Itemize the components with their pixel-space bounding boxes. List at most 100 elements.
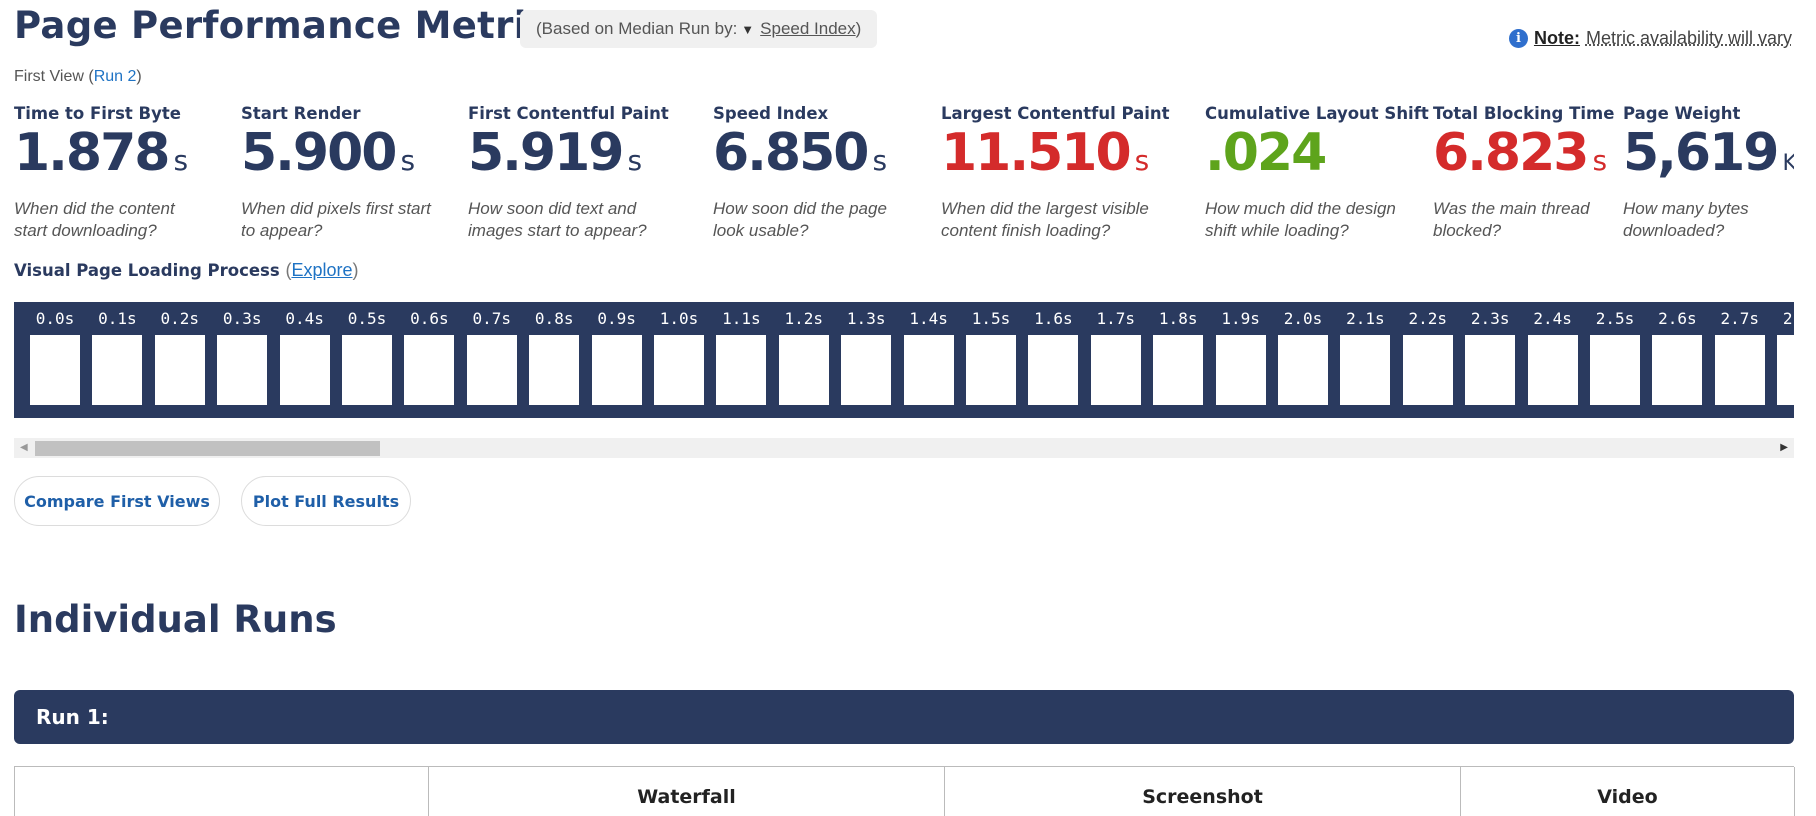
frame-thumbnail[interactable] — [1777, 335, 1794, 405]
frame-thumbnail[interactable] — [92, 335, 143, 405]
metric-value-wrap: 11.510 s — [941, 125, 1170, 194]
filmstrip-frame[interactable]: 2.6s — [1646, 302, 1708, 405]
filmstrip-frame[interactable]: 0.7s — [461, 302, 523, 405]
frame-time: 2.2s — [1408, 309, 1448, 328]
triangle-down-icon[interactable]: ▼ — [741, 22, 754, 37]
metric-block: First Contentful Paint 5.919 s How soon did… — [468, 104, 669, 242]
explore-link[interactable]: Explore — [291, 260, 352, 280]
filmstrip[interactable]: 0.0s 0.1s 0.2s 0.3s 0.4s 0.5s 0.6s 0.7s 0.8s 0.9s… — [14, 302, 1794, 418]
filmstrip-frame[interactable]: 1.8s — [1147, 302, 1209, 405]
scroll-right-icon[interactable]: ▶ — [1780, 442, 1788, 453]
page-title: Page Performance Metrics — [14, 4, 572, 47]
frame-time: 1.2s — [784, 309, 824, 328]
frame-thumbnail[interactable] — [1028, 335, 1079, 405]
filmstrip-frame[interactable]: 2.2s — [1397, 302, 1459, 405]
filmstrip-frame[interactable]: 0.1s — [86, 302, 148, 405]
frame-thumbnail[interactable] — [342, 335, 392, 405]
frame-thumbnail[interactable] — [1215, 335, 1266, 405]
frame-thumbnail[interactable] — [404, 335, 455, 405]
metric-unit: s — [1134, 144, 1150, 177]
filmstrip-frame[interactable]: 1.7s — [1085, 302, 1147, 405]
filmstrip-frame[interactable]: 1.0s — [648, 302, 710, 405]
metric-description-line: images start to appear? — [468, 221, 647, 240]
frame-thumbnail[interactable] — [279, 335, 330, 405]
filmstrip-frame[interactable]: 2.7s — [1709, 302, 1771, 405]
filmstrip-frame[interactable]: 2.1s — [1334, 302, 1396, 405]
filmstrip-frame[interactable]: 1.2s — [773, 302, 835, 405]
first-view-suffix: ) — [136, 68, 142, 85]
filmstrip-frame[interactable]: 2.3s — [1459, 302, 1521, 405]
metric-description: When did the largest visible content fini… — [941, 198, 1170, 242]
filmstrip-frame[interactable]: 1.6s — [1022, 302, 1084, 405]
frame-thumbnail[interactable] — [1714, 335, 1765, 405]
frame-thumbnail[interactable] — [654, 335, 704, 405]
filmstrip-frame[interactable]: 1.3s — [835, 302, 897, 405]
filmstrip-scrollbar[interactable]: ◀ ▶ — [14, 438, 1794, 458]
frame-thumbnail[interactable] — [529, 335, 580, 405]
filmstrip-frame[interactable]: 1.1s — [710, 302, 772, 405]
filmstrip-frame[interactable]: 0.0s — [24, 302, 86, 405]
frame-thumbnail[interactable] — [1402, 335, 1453, 405]
filmstrip-frame[interactable]: 1.9s — [1210, 302, 1272, 405]
filmstrip-frame[interactable]: 1.4s — [898, 302, 960, 405]
scrollbar-thumb[interactable] — [35, 441, 380, 456]
frame-time: 0.2s — [160, 309, 200, 328]
filmstrip-frame[interactable]: 2.0s — [1272, 302, 1334, 405]
frame-time: 0.1s — [98, 309, 137, 328]
frame-time: 2.1s — [1346, 309, 1385, 328]
frame-thumbnail[interactable] — [154, 335, 205, 405]
frame-thumbnail[interactable] — [966, 335, 1016, 405]
frame-thumbnail[interactable] — [217, 335, 268, 405]
filmstrip-frame[interactable]: 1.5s — [960, 302, 1022, 405]
filmstrip-frame[interactable]: 2.5s — [1584, 302, 1646, 405]
median-run-selector[interactable]: (Based on Median Run by: ▼ Speed Index ) — [520, 10, 878, 48]
metric-value: 1.878 — [14, 123, 170, 183]
median-metric-link[interactable]: Speed Index — [760, 19, 855, 39]
frame-thumbnail[interactable] — [841, 335, 892, 405]
frame-thumbnail[interactable] — [1340, 335, 1391, 405]
scroll-left-icon[interactable]: ◀ — [20, 442, 28, 453]
visual-loading-label: Visual Page Loading Process (Explore) — [14, 260, 358, 281]
frame-time: 0.5s — [347, 309, 387, 328]
frame-thumbnail[interactable] — [778, 335, 829, 405]
filmstrip-frame[interactable]: 0.9s — [586, 302, 648, 405]
filmstrip-frame[interactable]: 0.8s — [523, 302, 585, 405]
note-text[interactable]: Metric availability will vary — [1586, 28, 1792, 49]
metric-block: Largest Contentful Paint 11.510 s When did … — [941, 104, 1170, 242]
frame-thumbnail[interactable] — [1465, 335, 1516, 405]
metric-value: 6.823 — [1433, 123, 1589, 183]
metric-value-wrap: .024 — [1205, 125, 1429, 194]
filmstrip-frame[interactable]: 0.5s — [336, 302, 398, 405]
frame-thumbnail[interactable] — [1590, 335, 1640, 405]
frame-time: 0.6s — [410, 309, 449, 328]
metric-value-wrap: 1.878 s — [14, 125, 188, 194]
frame-thumbnail[interactable] — [1652, 335, 1703, 405]
run-2-link[interactable]: Run 2 — [94, 68, 137, 85]
frame-time: 2.3s — [1470, 309, 1510, 328]
frame-thumbnail[interactable] — [903, 335, 954, 405]
frame-thumbnail[interactable] — [591, 335, 642, 405]
filmstrip-frame[interactable]: 2.8s — [1771, 302, 1794, 405]
metric-description-line: How soon did the page — [713, 199, 887, 218]
metric-block: Time to First Byte 1.878 s When did the con… — [14, 104, 188, 242]
frame-thumbnail[interactable] — [1090, 335, 1141, 405]
frame-thumbnail[interactable] — [1527, 335, 1578, 405]
filmstrip-frame[interactable]: 0.6s — [398, 302, 460, 405]
frame-time: 2.0s — [1283, 309, 1323, 328]
metrics-row: Time to First Byte 1.878 s When did the con… — [14, 104, 1794, 244]
compare-first-views-button[interactable]: Compare First Views — [14, 476, 220, 526]
frame-thumbnail[interactable] — [1278, 335, 1328, 405]
metric-value-wrap: 6.850 s — [713, 125, 887, 194]
frame-thumbnail[interactable] — [30, 335, 80, 405]
frame-thumbnail[interactable] — [716, 335, 767, 405]
frame-thumbnail[interactable] — [466, 335, 517, 405]
metric-block: Page Weight5,619KBHow many bytesdownload… — [1623, 104, 1794, 242]
filmstrip-frame[interactable]: 0.2s — [149, 302, 211, 405]
frame-thumbnail[interactable] — [1153, 335, 1204, 405]
filmstrip-frame[interactable]: 0.4s — [274, 302, 336, 405]
filmstrip-frame[interactable]: 0.3s — [211, 302, 273, 405]
metric-description-line: Was the main thread — [1433, 199, 1590, 218]
filmstrip-frame[interactable]: 2.4s — [1522, 302, 1584, 405]
plot-full-results-button[interactable]: Plot Full Results — [241, 476, 411, 526]
info-icon: i — [1508, 29, 1528, 48]
